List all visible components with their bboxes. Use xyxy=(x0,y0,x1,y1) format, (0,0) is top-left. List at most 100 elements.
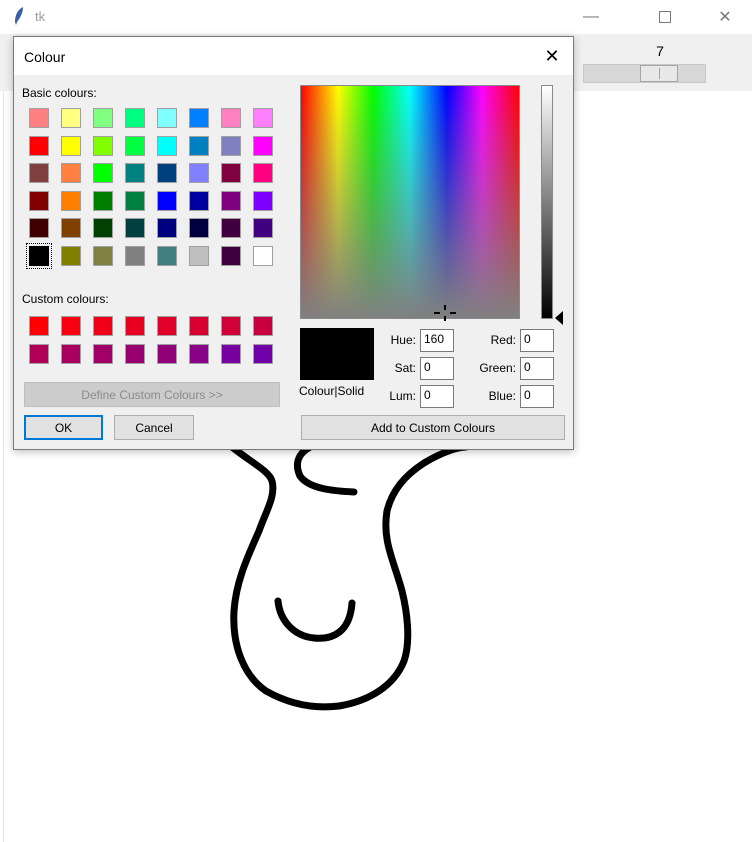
basic-colour-swatch[interactable] xyxy=(189,135,209,156)
colour-dialog: Colour ✕ Basic colours: Custom colours: … xyxy=(13,36,574,450)
basic-colour-swatch[interactable] xyxy=(221,218,241,238)
basic-colour-swatch[interactable] xyxy=(93,135,113,156)
blue-field[interactable]: 0 xyxy=(520,385,554,408)
custom-colour-swatch[interactable] xyxy=(253,343,273,364)
basic-colour-swatch[interactable] xyxy=(61,190,81,211)
basic-colour-swatch[interactable] xyxy=(221,245,241,266)
sat-label: Sat: xyxy=(394,361,416,375)
basic-colour-swatch[interactable] xyxy=(157,245,177,266)
window-title: tk xyxy=(35,9,46,24)
custom-colour-swatch[interactable] xyxy=(125,343,145,364)
basic-colour-swatch[interactable] xyxy=(125,108,145,128)
basic-colour-swatch[interactable] xyxy=(253,163,273,183)
basic-colour-swatch[interactable] xyxy=(29,108,49,128)
basic-colour-swatch[interactable] xyxy=(29,135,49,156)
luminance-bar[interactable] xyxy=(541,85,553,319)
dialog-title-bar: Colour ✕ xyxy=(14,37,573,75)
green-label: Green: xyxy=(479,361,516,375)
basic-colour-swatch[interactable] xyxy=(93,218,113,238)
close-window-button[interactable]: ✕ xyxy=(702,0,748,34)
basic-colour-swatch[interactable] xyxy=(189,245,209,266)
hue-field[interactable]: 160 xyxy=(420,329,454,352)
tk-feather-icon xyxy=(15,7,23,25)
red-label: Red: xyxy=(490,333,516,347)
basic-colour-swatch[interactable] xyxy=(189,218,209,238)
basic-colour-swatch[interactable] xyxy=(29,218,49,238)
minimize-icon: — xyxy=(583,8,599,25)
custom-colour-swatch[interactable] xyxy=(61,343,81,364)
basic-colour-swatch[interactable] xyxy=(157,218,177,238)
maximize-icon xyxy=(659,11,671,23)
cancel-button[interactable]: Cancel xyxy=(114,415,194,440)
basic-colour-swatch[interactable] xyxy=(221,135,241,156)
sat-field[interactable]: 0 xyxy=(420,357,454,380)
basic-colour-swatch[interactable] xyxy=(253,190,273,211)
basic-colours-label: Basic colours: xyxy=(22,86,97,100)
basic-colour-swatch[interactable] xyxy=(93,163,113,183)
custom-colour-swatch[interactable] xyxy=(189,316,209,336)
lum-label: Lum: xyxy=(389,389,416,403)
custom-colour-swatch[interactable] xyxy=(157,316,177,336)
custom-colour-swatch[interactable] xyxy=(29,343,49,364)
close-icon: ✕ xyxy=(718,9,732,26)
slider-handle[interactable] xyxy=(640,65,678,82)
basic-colour-swatch[interactable] xyxy=(125,135,145,156)
dialog-title: Colour xyxy=(24,49,66,65)
lum-field[interactable]: 0 xyxy=(420,385,454,408)
custom-colours-label: Custom colours: xyxy=(22,292,109,306)
basic-colour-swatch[interactable] xyxy=(61,135,81,156)
basic-colour-swatch[interactable] xyxy=(189,108,209,128)
basic-colour-swatch[interactable] xyxy=(61,108,81,128)
add-to-custom-colours-button[interactable]: Add to Custom Colours xyxy=(301,415,565,440)
basic-colour-swatch[interactable] xyxy=(61,163,81,183)
basic-colour-swatch[interactable] xyxy=(157,190,177,211)
basic-colour-swatch[interactable] xyxy=(125,190,145,211)
basic-colour-swatch[interactable] xyxy=(157,135,177,156)
luminance-arrow-icon[interactable] xyxy=(555,311,563,325)
basic-colour-swatch[interactable] xyxy=(93,190,113,211)
basic-colour-swatch[interactable] xyxy=(253,108,273,128)
custom-colour-swatch[interactable] xyxy=(29,316,49,336)
basic-colour-swatch[interactable] xyxy=(61,245,81,266)
basic-colour-swatch[interactable] xyxy=(93,245,113,266)
basic-colour-swatch[interactable] xyxy=(189,163,209,183)
custom-colour-swatch[interactable] xyxy=(93,343,113,364)
maximize-button[interactable] xyxy=(642,0,688,34)
minimize-button[interactable]: — xyxy=(568,0,614,34)
basic-colour-swatch[interactable] xyxy=(157,163,177,183)
basic-colour-swatch[interactable] xyxy=(253,245,273,266)
basic-colour-swatch[interactable] xyxy=(221,190,241,211)
title-bar: tk — ✕ xyxy=(0,0,752,34)
custom-colour-swatch[interactable] xyxy=(157,343,177,364)
dialog-close-button[interactable]: ✕ xyxy=(540,45,564,67)
basic-colour-swatch[interactable] xyxy=(253,135,273,156)
brush-size-value: 7 xyxy=(656,43,664,59)
basic-colour-swatch[interactable] xyxy=(29,163,49,183)
basic-colour-swatch[interactable] xyxy=(26,242,52,269)
colour-spectrum[interactable] xyxy=(300,85,520,319)
custom-colour-swatch[interactable] xyxy=(61,316,81,336)
custom-colour-swatch[interactable] xyxy=(93,316,113,336)
basic-colour-swatch[interactable] xyxy=(221,163,241,183)
basic-colour-swatch[interactable] xyxy=(125,245,145,266)
red-field[interactable]: 0 xyxy=(520,329,554,352)
basic-colour-swatch[interactable] xyxy=(221,108,241,128)
define-custom-colours-button[interactable]: Define Custom Colours >> xyxy=(24,382,280,407)
basic-colour-swatch[interactable] xyxy=(29,190,49,211)
basic-colour-swatch[interactable] xyxy=(93,108,113,128)
colour-preview xyxy=(300,328,374,380)
custom-colour-swatch[interactable] xyxy=(189,343,209,364)
ok-button[interactable]: OK xyxy=(24,415,103,440)
custom-colour-swatch[interactable] xyxy=(253,316,273,336)
basic-colour-swatch[interactable] xyxy=(253,218,273,238)
custom-colour-swatch[interactable] xyxy=(221,343,241,364)
basic-colour-swatch[interactable] xyxy=(125,163,145,183)
green-field[interactable]: 0 xyxy=(520,357,554,380)
basic-colour-swatch[interactable] xyxy=(125,218,145,238)
basic-colour-swatch[interactable] xyxy=(157,108,177,128)
custom-colour-swatch[interactable] xyxy=(221,316,241,336)
basic-colour-swatch[interactable] xyxy=(61,218,81,238)
basic-colour-swatch[interactable] xyxy=(189,190,209,211)
hue-label: Hue: xyxy=(390,333,416,347)
custom-colour-swatch[interactable] xyxy=(125,316,145,336)
